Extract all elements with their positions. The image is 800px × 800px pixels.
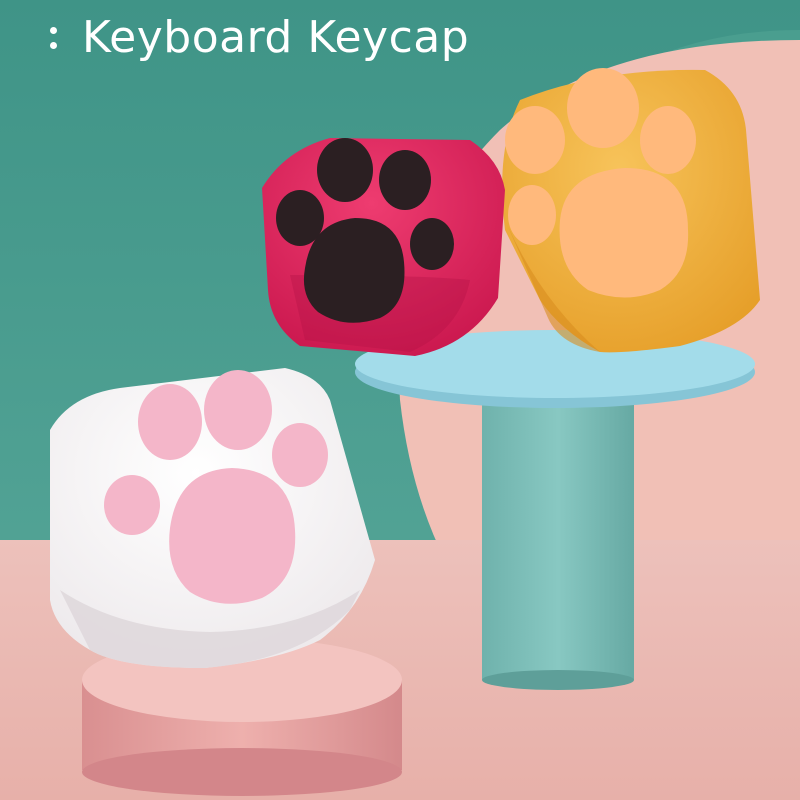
white-toe-2 xyxy=(204,370,272,450)
product-scene xyxy=(0,0,800,800)
orange-toe-1 xyxy=(505,106,565,174)
pedestal-bottom xyxy=(82,748,402,796)
pink-toe-2 xyxy=(317,138,373,202)
title-dots xyxy=(50,19,60,57)
pink-paw-keycap xyxy=(262,138,505,356)
white-paw-keycap xyxy=(50,368,375,668)
white-toe-4 xyxy=(104,475,160,535)
orange-toe-2 xyxy=(567,68,639,148)
title-block: Keyboard Keycap xyxy=(50,8,469,68)
stand-column-base xyxy=(482,670,634,690)
white-toe-3 xyxy=(272,423,328,487)
white-toe-1 xyxy=(138,384,202,460)
stand-column xyxy=(482,380,634,680)
title-dot-2 xyxy=(50,42,57,49)
pink-toe-4 xyxy=(410,218,454,270)
orange-toe-3 xyxy=(640,106,696,174)
page-title: Keyboard Keycap xyxy=(82,12,470,63)
orange-paw-pad xyxy=(559,168,689,298)
product-banner: Keyboard Keycap xyxy=(0,0,800,800)
white-paw-pad xyxy=(169,468,296,604)
orange-toe-4 xyxy=(508,185,556,245)
pink-toe-3 xyxy=(379,150,431,210)
title-dot-1 xyxy=(50,27,57,34)
